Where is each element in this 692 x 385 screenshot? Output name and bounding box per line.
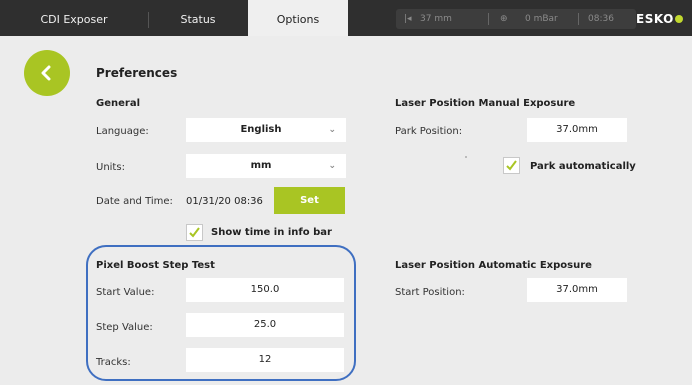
language-value: English <box>240 124 282 135</box>
logo-dot-icon <box>674 15 683 23</box>
park-automatically-label: Park automatically <box>530 161 636 172</box>
clock-readout: 08:36 <box>588 14 614 24</box>
start-value-label: Start Value: <box>96 287 155 298</box>
park-position-label: Park Position: <box>395 126 463 137</box>
language-select[interactable]: English ⌄ <box>186 118 346 142</box>
pixel-boost-heading: Pixel Boost Step Test <box>96 260 215 271</box>
tab-status[interactable]: Status <box>149 0 247 36</box>
top-bar: CDI Exposer Status Options |◂ 37 mm ⊕ 0 … <box>0 0 692 36</box>
esko-logo: ESKO <box>636 9 683 29</box>
units-value: mm <box>250 160 272 171</box>
tab-options[interactable]: Options <box>248 0 348 36</box>
checkmark-icon <box>506 160 517 171</box>
vacuum-icon: ⊕ <box>500 14 508 24</box>
start-value-input[interactable]: 150.0 <box>186 278 344 302</box>
datetime-label: Date and Time: <box>96 196 173 207</box>
info-divider <box>488 13 489 25</box>
park-automatically-checkbox[interactable] <box>503 157 520 174</box>
show-time-label: Show time in info bar <box>211 227 332 238</box>
laser-position-readout: 37 mm <box>420 14 452 24</box>
info-divider <box>578 13 579 25</box>
back-button[interactable] <box>24 50 70 96</box>
step-value-label: Step Value: <box>96 322 153 333</box>
vacuum-readout: 0 mBar <box>525 14 558 24</box>
start-position-label: Start Position: <box>395 287 465 298</box>
logo-text: ESKO <box>636 12 674 26</box>
page-title: Preferences <box>96 66 178 80</box>
datetime-value: 01/31/20 08:36 <box>186 196 263 207</box>
start-position-input[interactable]: 37.0mm <box>527 278 627 302</box>
units-select[interactable]: mm ⌄ <box>186 154 346 178</box>
separator-dot <box>465 156 467 158</box>
tracks-label: Tracks: <box>96 357 131 368</box>
set-datetime-button[interactable]: Set <box>274 187 345 214</box>
language-label: Language: <box>96 126 149 137</box>
chevron-down-icon: ⌄ <box>328 125 336 135</box>
laser-manual-heading: Laser Position Manual Exposure <box>395 98 576 109</box>
tracks-input[interactable]: 12 <box>186 348 344 372</box>
chevron-down-icon: ⌄ <box>328 161 336 171</box>
show-time-checkbox[interactable] <box>186 224 203 241</box>
general-heading: General <box>96 98 140 109</box>
units-label: Units: <box>96 162 125 173</box>
checkmark-icon <box>189 227 200 238</box>
laser-position-icon: |◂ <box>404 14 412 24</box>
tab-cdi-exposer[interactable]: CDI Exposer <box>0 0 148 36</box>
step-value-input[interactable]: 25.0 <box>186 313 344 337</box>
park-position-input[interactable]: 37.0mm <box>527 118 627 142</box>
chevron-left-icon <box>41 65 51 81</box>
laser-auto-heading: Laser Position Automatic Exposure <box>395 260 592 271</box>
